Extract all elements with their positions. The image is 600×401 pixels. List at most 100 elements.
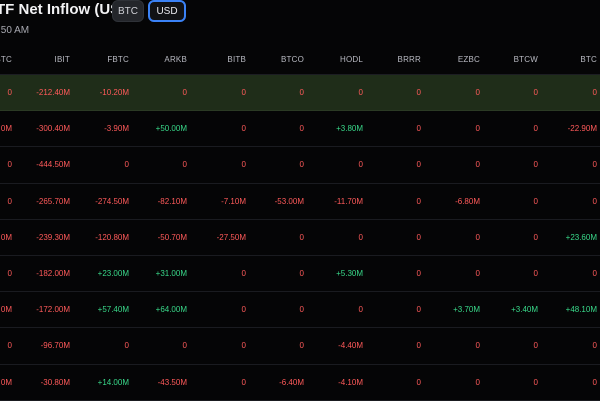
btc-toggle-button[interactable]: BTC [112, 0, 144, 22]
table-cell: +50.00M [155, 124, 187, 134]
table-cell: 0 [533, 124, 538, 134]
column-header-btc-10: BTC [580, 54, 597, 64]
table-cell: 0 [358, 88, 363, 98]
table-cell: 0 [416, 269, 421, 279]
table-cell: -53.00M [274, 196, 304, 206]
table-cell: 0 [533, 160, 538, 170]
table-cell: 0M [0, 232, 12, 242]
table-cell: 0 [241, 377, 246, 387]
currency-toggle: BTC USD [112, 0, 186, 24]
column-header-brrr-7: BRRR [397, 54, 421, 64]
table-cell: 0 [475, 124, 480, 134]
table-cell: 0 [299, 88, 304, 98]
table-cell: 0 [241, 160, 246, 170]
table-row: 0M -300.40M -3.90M +50.00M 0 0 +3.80M 0 0 0 -22.90… [0, 111, 600, 148]
table-row: 0M -172.00M +57.40M +64.00M 0 0 0 0 +3.70M +3.40M… [0, 292, 600, 329]
table-cell: +48.10M [565, 305, 597, 315]
table-cell: 0 [241, 341, 246, 351]
table-header-row: BTC IBIT FBTC ARKB BITB BTCO HODL BRRR EZBC BTCW B… [0, 44, 600, 75]
table-cell: 0 [416, 377, 421, 387]
table-cell: 0 [533, 196, 538, 206]
table-cell: 0 [241, 305, 246, 315]
table-cell: -182.00M [36, 269, 70, 279]
table-cell: +23.60M [565, 232, 597, 242]
table-cell: -4.40M [338, 341, 363, 351]
table-cell: -172.00M [36, 305, 70, 315]
table-cell: 0 [182, 88, 187, 98]
table-cell: 0 [299, 160, 304, 170]
column-header-btcw-9: BTCW [513, 54, 538, 64]
table-cell: 0 [7, 196, 12, 206]
table-cell: -7.10M [221, 196, 246, 206]
table-cell: +23.00M [97, 269, 129, 279]
table-cell: +3.70M [453, 305, 480, 315]
table-cell: -22.90M [567, 124, 597, 134]
table-cell: 0 [358, 160, 363, 170]
table-cell: -274.50M [95, 196, 129, 206]
table-cell: 0 [124, 341, 129, 351]
column-header-ezbc-8: EZBC [457, 54, 480, 64]
table-cell: 0 [592, 160, 597, 170]
table-cell: +3.80M [336, 124, 363, 134]
table-row: 0 -96.70M 0 0 0 0 -4.40M 0 0 0 0 [0, 328, 600, 365]
table-cell: 0 [592, 196, 597, 206]
column-header-arkb-3: ARKB [164, 54, 187, 64]
table-cell: +31.00M [155, 269, 187, 279]
table-cell: -300.40M [36, 124, 70, 134]
table-cell: 0 [299, 305, 304, 315]
column-header-hodl-6: HODL [339, 54, 363, 64]
table-cell: 0 [475, 377, 480, 387]
table-cell: 0 [416, 88, 421, 98]
table-cell: 0 [475, 232, 480, 242]
table-cell: 0 [533, 88, 538, 98]
table-cell: -27.50M [216, 232, 246, 242]
timestamp: :50 AM [0, 25, 30, 36]
table-cell: 0 [475, 160, 480, 170]
table-row: 0M -30.80M +14.00M -43.50M 0 -6.40M -4.10M 0 0 0 0 [0, 365, 600, 401]
table-cell: +14.00M [97, 377, 129, 387]
table-cell: +5.30M [336, 269, 363, 279]
table-cell: -265.70M [36, 196, 70, 206]
table-row: 0 -265.70M -274.50M -82.10M -7.10M -53.00M -11… [0, 184, 600, 220]
table-cell: 0 [241, 124, 246, 134]
table-row: 0 -444.50M 0 0 0 0 0 0 0 0 0 [0, 147, 600, 184]
table-cell: 0 [299, 124, 304, 134]
table-cell: -239.30M [36, 232, 70, 242]
table-cell: -50.70M [157, 232, 187, 242]
table-cell: 0 [182, 160, 187, 170]
table-cell: 0 [533, 269, 538, 279]
table-cell: 0 [7, 341, 12, 351]
column-header-btco-5: BTCO [280, 54, 304, 64]
table-cell: 0M [0, 124, 12, 134]
usd-toggle-button[interactable]: USD [148, 0, 186, 22]
table-cell: 0 [416, 196, 421, 206]
table-cell: 0 [475, 341, 480, 351]
table-cell: -3.90M [104, 124, 129, 134]
table-cell: 0 [299, 269, 304, 279]
table-cell: -6.80M [455, 196, 480, 206]
table-row: 0 -212.40M -10.20M 0 0 0 0 0 0 0 0 [0, 75, 600, 112]
table-cell: -43.50M [157, 377, 187, 387]
table-cell: 0 [475, 269, 480, 279]
table-cell: 0M [0, 305, 12, 315]
table-row: 0 -182.00M +23.00M +31.00M 0 0 +5.30M 0 0 0 0 [0, 256, 600, 293]
table-cell: -11.70M [334, 196, 363, 206]
table-cell: -212.40M [36, 88, 70, 98]
table-cell: -6.40M [279, 377, 304, 387]
table-row: 0M -239.30M -120.80M -50.70M -27.50M 0 0 0 0 0 +23… [0, 220, 600, 256]
table-cell: 0 [7, 160, 12, 170]
table-cell: 0 [533, 232, 538, 242]
table-cell: 0 [182, 341, 187, 351]
table-cell: +3.40M [511, 305, 538, 315]
table-cell: 0 [592, 269, 597, 279]
table-cell: 0 [241, 88, 246, 98]
table-cell: -82.10M [157, 196, 187, 206]
table-cell: -30.80M [40, 377, 70, 387]
table-cell: +64.00M [155, 305, 187, 315]
table-cell: 0 [299, 341, 304, 351]
table-cell: 0 [592, 341, 597, 351]
table-cell: +57.40M [97, 305, 129, 315]
table-cell: 0 [533, 341, 538, 351]
table-cell: 0 [533, 377, 538, 387]
table-cell: 0 [592, 377, 597, 387]
